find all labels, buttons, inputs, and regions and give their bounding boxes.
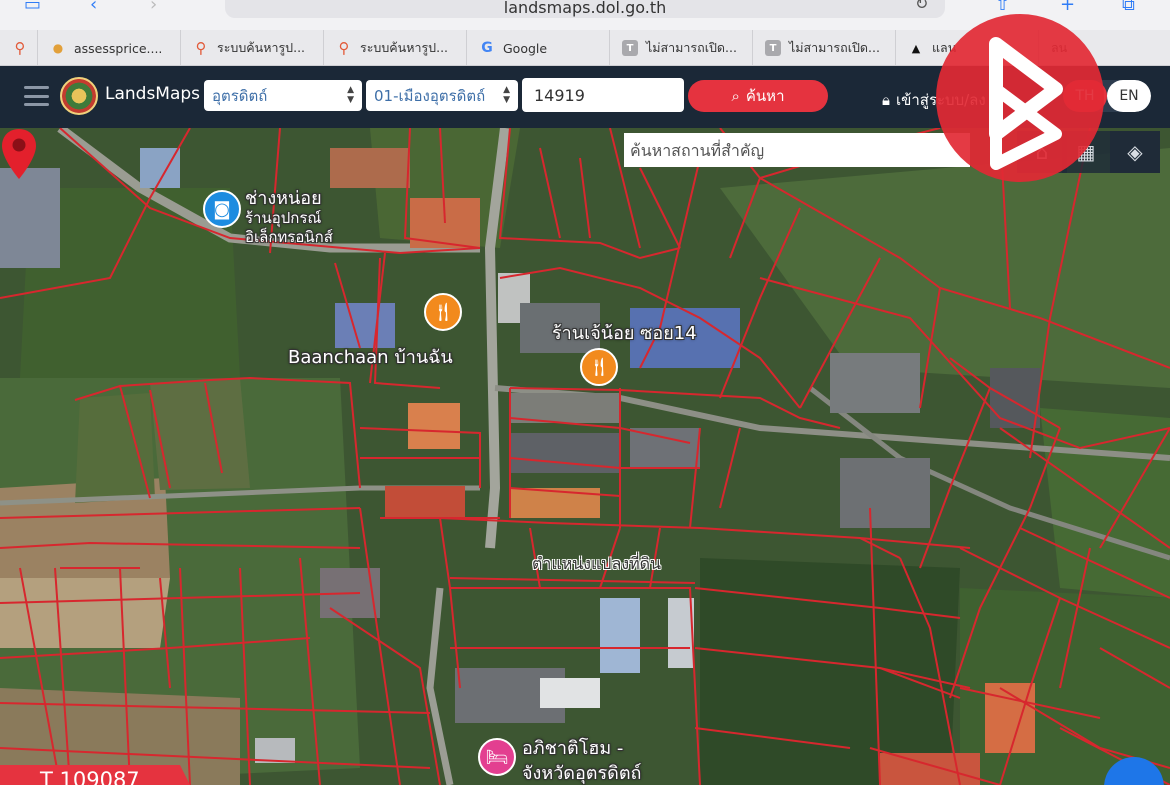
shop-poi-icon[interactable]: ◙ [203,190,241,228]
address-url: landsmaps.dol.go.th [503,0,667,17]
brand-watermark-logo [936,14,1104,182]
lang-en-button[interactable]: EN [1107,80,1151,112]
satellite-map[interactable]: ⌂ ▦ ◈ ◙ ช่างหน่อย ร้านอุปกรณ์ อิเล็กทรอน… [0,128,1170,785]
tabs-overview-icon[interactable]: ⧉ [1122,0,1135,15]
browser-tab[interactable]: ⚲ ระบบค้นหารูป... [181,30,324,65]
back-icon[interactable]: ‹ [90,0,97,15]
map-label-restaurant: ร้านเจ้น้อย ซอย14 [552,323,697,344]
tab-label: ระบบค้นหารูป... [217,40,306,55]
browser-tab[interactable]: T ไม่สามารถเปิด... [610,30,753,65]
layers-icon[interactable]: ◈ [1110,131,1160,173]
select-arrows-icon: ▲ ▼ [503,85,510,105]
google-icon: G [481,40,493,56]
lock-icon: 🔒︎ [882,91,890,109]
brand-logo-mark-icon [989,37,1063,170]
restaurant-poi-icon[interactable]: 🍴︎ [580,348,618,386]
browser-tab[interactable]: ● assessprice.... [38,30,181,65]
search-icon: ⌕ [731,87,740,105]
share-icon[interactable]: ⇧ [995,0,1010,15]
triangle-icon: ▲ [911,41,921,55]
pin-icon: ⚲ [195,39,207,57]
map-label-parcel-location: ตำแหน่งแปลงที่ดิน [532,554,661,573]
t-icon: T [622,40,638,56]
pin-icon: ⚲ [14,39,26,57]
select-arrows-icon: ▲ ▼ [347,85,354,105]
tab-label: ไม่สามารถเปิด... [789,40,880,55]
map-label-baanchaan: Baanchaan บ้านฉัน [288,347,453,368]
district-select[interactable]: 01-เมืองอุตรดิตถ์ ▲ ▼ [366,80,518,111]
tab-label: ไม่สามารถเปิด... [646,40,737,55]
map-label-shop-sub2: อิเล็กทรอนิกส์ [245,228,333,246]
address-bar[interactable]: landsmaps.dol.go.th [225,0,945,18]
pin-icon: ⚲ [338,39,350,57]
tab-label: ระบบค้นหารูป... [360,40,449,55]
browser-tab[interactable]: G Google [467,30,610,65]
t-icon: T [765,40,781,56]
browser-tab[interactable]: ⚲ [0,30,38,65]
coin-icon: ● [52,41,64,55]
search-button-label: ค้นหา [745,87,785,105]
restaurant-poi-icon[interactable]: 🍴︎ [424,293,462,331]
province-select-value: อุตรดิตถ์ [212,86,268,105]
app-logo-text: LandsMaps [105,84,201,104]
forward-icon[interactable]: › [150,0,157,15]
tab-label: Google [503,40,548,56]
parcel-number-input[interactable] [522,78,684,112]
dol-seal-logo [60,77,98,115]
tab-label: assessprice.... [74,40,163,56]
reload-icon[interactable]: ↻ [915,0,928,13]
menu-icon[interactable] [24,86,49,106]
browser-tab[interactable]: T ไม่สามารถเปิด... [753,30,896,65]
map-imagery [0,128,1170,785]
place-search-input[interactable] [624,133,970,167]
district-select-value: 01-เมืองอุตรดิตถ์ [374,86,486,105]
sidebar-icon[interactable]: ▭ [24,0,41,15]
search-button[interactable]: ⌕ ค้นหา [688,80,828,112]
new-tab-icon[interactable]: + [1060,0,1075,15]
listing-code-badge: T 109087 [0,765,195,785]
browser-tab[interactable]: ⚲ ระบบค้นหารูป... [324,30,467,65]
parcel-location-pin-icon[interactable] [0,128,38,180]
map-label-hotel-line2: จังหวัดอุตรดิตถ์ [522,763,642,784]
province-select[interactable]: อุตรดิตถ์ ▲ ▼ [204,80,362,111]
hotel-poi-icon[interactable]: 🛏︎ [478,738,516,776]
